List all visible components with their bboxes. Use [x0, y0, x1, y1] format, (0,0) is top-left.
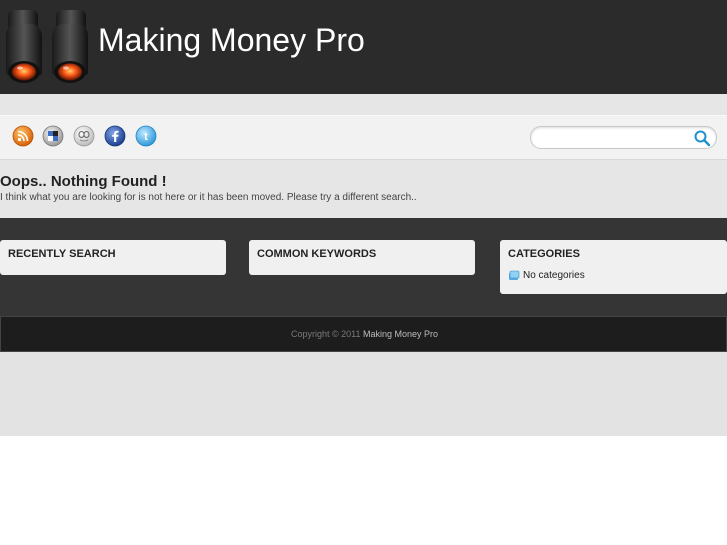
categories-widget: CATEGORIES No categories: [500, 240, 727, 294]
facebook-icon[interactable]: [104, 125, 126, 147]
categories-title: CATEGORIES: [508, 248, 580, 260]
category-label: No categories: [523, 269, 585, 281]
digg-icon[interactable]: [73, 125, 95, 147]
common-keywords-title: COMMON KEYWORDS: [257, 248, 377, 260]
search-icon[interactable]: [693, 129, 711, 147]
search-input[interactable]: [541, 129, 690, 147]
footer-site-link[interactable]: Making Money Pro: [363, 329, 438, 339]
delicious-icon[interactable]: [42, 125, 64, 147]
copyright-prefix: Copyright © 2011: [290, 329, 361, 339]
copyright-text: Copyright © 2011 Making Money Pro: [1, 329, 727, 339]
not-found-title: Oops.. Nothing Found !: [0, 173, 167, 190]
recently-search-title: RECENTLY SEARCH: [8, 248, 116, 260]
site-header: Making Money Pro: [0, 0, 727, 94]
category-item[interactable]: No categories: [508, 268, 585, 282]
toolbar: t: [0, 115, 727, 160]
recently-search-widget: RECENTLY SEARCH: [0, 240, 226, 275]
bottom-band: [0, 352, 727, 436]
twitter-icon[interactable]: t: [135, 125, 157, 147]
site-footer: Copyright © 2011 Making Money Pro: [0, 316, 727, 352]
svg-text:t: t: [144, 131, 148, 143]
common-keywords-widget: COMMON KEYWORDS: [249, 240, 475, 275]
category-bullet-icon: [509, 270, 520, 280]
search-box[interactable]: [530, 126, 717, 149]
not-found-text: I think what you are looking for is not …: [0, 192, 417, 203]
widget-area: RECENTLY SEARCH COMMON KEYWORDS CATEGORI…: [0, 218, 727, 316]
rss-icon[interactable]: [12, 125, 34, 147]
site-title[interactable]: Making Money Pro: [98, 22, 365, 59]
binoculars-logo-icon[interactable]: [2, 6, 92, 86]
